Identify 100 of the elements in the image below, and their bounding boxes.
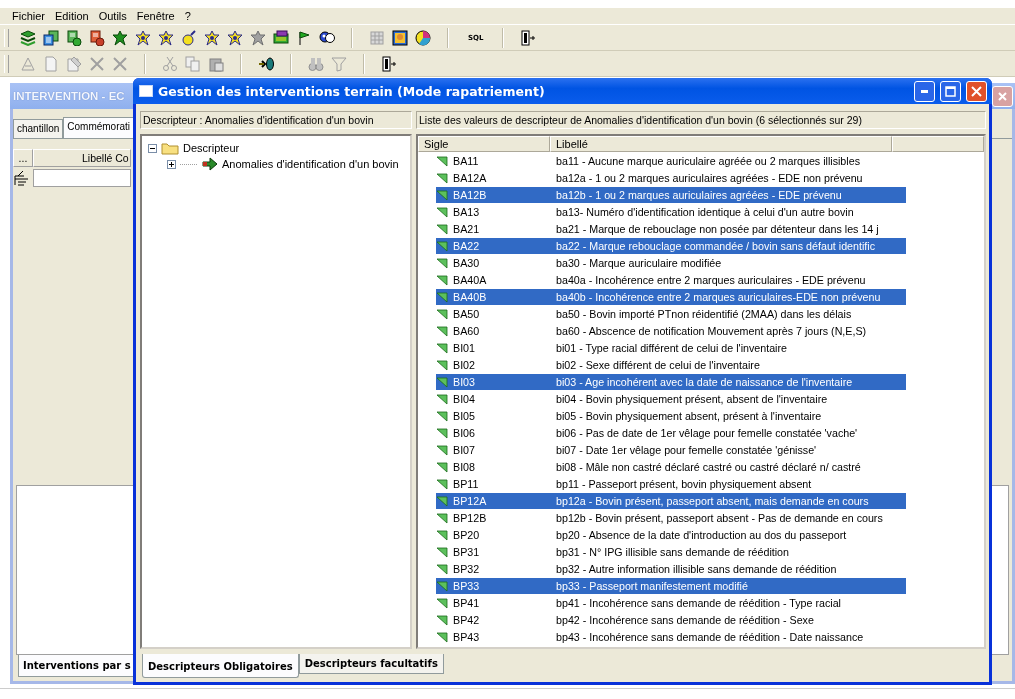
tab[interactable]: Descripteurs Obligatoires <box>142 654 299 678</box>
maximize-button[interactable] <box>940 80 961 102</box>
triangle-icon <box>436 206 448 218</box>
folder-icon <box>161 141 179 155</box>
tree-item[interactable]: Descripteur <box>183 142 240 154</box>
tree-item[interactable]: Anomalies d'identification d'un bovin <box>222 158 399 170</box>
tab[interactable]: Commémorati <box>63 117 135 138</box>
list-row[interactable]: BI01 bi01 - Type racial différent de celui de l'inventaire <box>436 340 906 356</box>
list-row[interactable]: BA13 ba13- Numéro d'identification identique à celui d'un autre bovin <box>436 204 906 220</box>
row-code: BA12B <box>453 189 488 201</box>
triangle-icon <box>436 529 448 541</box>
list-row[interactable]: BP12B bp12b - Bovin présent, passeport absent - Pas de demande en cours <box>436 510 906 526</box>
row-label: bi02 - Sexe différent de celui de l'inventaire <box>556 359 761 371</box>
minimize-button[interactable] <box>914 80 935 102</box>
triangle-icon <box>436 512 448 524</box>
row-label: bp41 - Incohérence sans demande de réédition - Type racial <box>556 597 842 609</box>
minimize-icon <box>921 89 928 93</box>
row-code: BP11 <box>453 478 480 490</box>
row-label: bp20 - Absence de la date d'introduction au dos du passeport <box>556 529 848 541</box>
list-row[interactable]: BI07 bi07 - Date 1er vêlage pour femelle constatée 'génisse' <box>436 442 906 458</box>
menu-item[interactable]: Fenêtre <box>131 9 180 23</box>
column-header[interactable]: Libellé <box>550 136 892 152</box>
list-row[interactable]: BP12A bp12a - Bovin présent, passeport absent, mais demande en cours <box>436 493 906 509</box>
row-label: ba30 - Marque auriculaire modifiée <box>556 257 723 269</box>
list-row[interactable]: BI02 bi02 - Sexe différent de celui de l'inventaire <box>436 357 906 373</box>
list-row[interactable]: BA30 ba30 - Marque auriculaire modifiée <box>436 255 906 271</box>
row-code: BA13 <box>453 206 481 218</box>
list-row[interactable]: BA60 ba60 - Abscence de notification Mouvement après 7 jours (N,E,S) <box>436 323 906 339</box>
menu-item[interactable]: Outils <box>93 9 132 23</box>
column-header[interactable]: Libellé Co <box>33 149 131 167</box>
list-row[interactable]: BP41 bp41 - Incohérence sans demande de réédition - Type racial <box>436 595 906 611</box>
triangle-icon <box>436 376 448 388</box>
column-header[interactable]: ... <box>13 149 33 167</box>
list-row[interactable]: BP43 bp43 - Incohérence sans demande de réédition - Date naissance <box>436 629 906 645</box>
panel-header: Descripteur : Anomalies d'identification d'un bovin <box>140 111 412 129</box>
list-row[interactable]: BP42 bp42 - Incohérence sans demande de réédition - Sexe <box>436 612 906 628</box>
list-row[interactable]: BI05 bi05 - Bovin physiquement absent, présent à l'inventaire <box>436 408 906 424</box>
portrait-icon[interactable] <box>392 29 408 46</box>
triangle-icon <box>436 257 448 269</box>
list-row[interactable]: BA22 ba22 - Marque rebouclage commandée / bovin sans défaut identific <box>436 238 906 254</box>
documents-icon[interactable] <box>43 29 59 46</box>
expand-icon[interactable] <box>167 159 176 169</box>
list-row[interactable]: BA21 ba21 - Marque de rebouclage non posée par détenteur dans les 14 j <box>436 221 906 237</box>
triangle-icon <box>436 359 448 371</box>
binoculars-icon[interactable] <box>308 55 324 72</box>
tab[interactable]: Interventions par s <box>18 655 136 677</box>
flag-icon[interactable] <box>296 29 312 46</box>
list-row[interactable]: BP20 bp20 - Absence de la date d'introduction au dos du passeport <box>436 527 906 543</box>
exit-door-icon[interactable] <box>520 29 537 46</box>
list-row[interactable]: BI06 bi06 - Pas de date de 1er vêlage pour femelle constatée 'vache' <box>436 425 906 441</box>
row-code: BA21 <box>453 223 481 235</box>
exit-door-icon[interactable] <box>381 55 397 72</box>
tab[interactable]: chantillon <box>13 119 64 138</box>
triangle-icon <box>436 461 448 473</box>
layers-icon[interactable] <box>20 29 36 46</box>
list-row[interactable]: BP11 bp11 - Passeport présent, bovin physiquement absent <box>436 476 906 492</box>
row-code: BI07 <box>453 444 476 456</box>
row-code: BI04 <box>453 393 476 405</box>
row-label: ba13- Numéro d'identification identique à celui d'un autre bovin <box>556 206 855 218</box>
list-row[interactable]: BI03 bi03 - Age incohérent avec la date de naissance de l'inventaire <box>436 374 906 390</box>
close-icon <box>998 91 1007 101</box>
list-row[interactable]: BA40B ba40b - Incohérence entre 2 marques auriculaires-EDE non prévenu <box>436 289 906 305</box>
list-row[interactable]: BI04 bi04 - Bovin physiquement présent, absent de l'inventaire <box>436 391 906 407</box>
window-icon <box>139 85 153 97</box>
row-code: BP31 <box>453 546 481 558</box>
list-row[interactable]: BP32 bp32 - Autre information illisible sans demande de réédition <box>436 561 906 577</box>
tab[interactable]: Descripteurs facultatifs <box>298 654 444 674</box>
list-row[interactable]: BA50 ba50 - Bovin importé PTnon réidentifié (2MAA) dans les délais <box>436 306 906 322</box>
list-row[interactable]: BP33 bp33 - Passeport manifestement modifié <box>436 578 906 594</box>
close-button[interactable] <box>966 80 987 102</box>
triangle-icon <box>436 342 448 354</box>
row-code: BA11 <box>453 155 480 167</box>
row-code: BI08 <box>453 461 476 473</box>
window-title: Gestion des interventions terrain (Mode rapatriement) <box>158 83 546 99</box>
window-title: INTERVENTION - EC <box>13 90 125 102</box>
row-label: bp12a - Bovin présent, passeport absent, mais demande en cours <box>556 495 870 507</box>
list-row[interactable]: BA40A ba40a - Incohérence entre 2 marques auriculaires - EDE prévenu <box>436 272 906 288</box>
list-row[interactable]: BA12B ba12b - 1 ou 2 marques auriculaires agréées - EDE prévenu <box>436 187 906 203</box>
column-header[interactable]: Sigle <box>418 136 550 152</box>
triangle-icon <box>436 495 448 507</box>
list-row[interactable]: BA11 ba11 - Aucune marque auriculaire agréée ou 2 marques illisibles <box>436 153 906 169</box>
input-field[interactable] <box>33 169 131 187</box>
row-code: BI02 <box>453 359 476 371</box>
list-row[interactable]: BP31 bp31 - N° IPG illisible sans demande de réédition <box>436 544 906 560</box>
arrow-cylinder-icon[interactable] <box>258 55 274 72</box>
row-label: ba60 - Abscence de notification Mouvement après 7 jours (N,E,S) <box>556 325 868 337</box>
triangle-icon <box>436 291 448 303</box>
menu-item[interactable]: Fichier <box>7 9 50 23</box>
triangle-icon <box>436 563 448 575</box>
menu-item[interactable]: ? <box>179 9 196 23</box>
collapse-icon[interactable] <box>148 143 157 153</box>
row-label: bp43 - Incohérence sans demande de réédition - Date naissance <box>556 631 865 643</box>
row-label: bi06 - Pas de date de 1er vêlage pour femelle constatée 'vache' <box>556 427 859 439</box>
menu-item[interactable]: Edition <box>50 9 94 23</box>
triangle-icon <box>436 172 448 184</box>
row-label: bi08 - Mâle non castré déclaré castré ou castré déclaré n/ castré <box>556 461 862 473</box>
pie-icon[interactable] <box>415 29 431 46</box>
row-code: BI06 <box>453 427 476 439</box>
list-row[interactable]: BA12A ba12a - 1 ou 2 marques auriculaires agréées - EDE non prévenu <box>436 170 906 186</box>
list-row[interactable]: BI08 bi08 - Mâle non castré déclaré castré ou castré déclaré n/ castré <box>436 459 906 475</box>
